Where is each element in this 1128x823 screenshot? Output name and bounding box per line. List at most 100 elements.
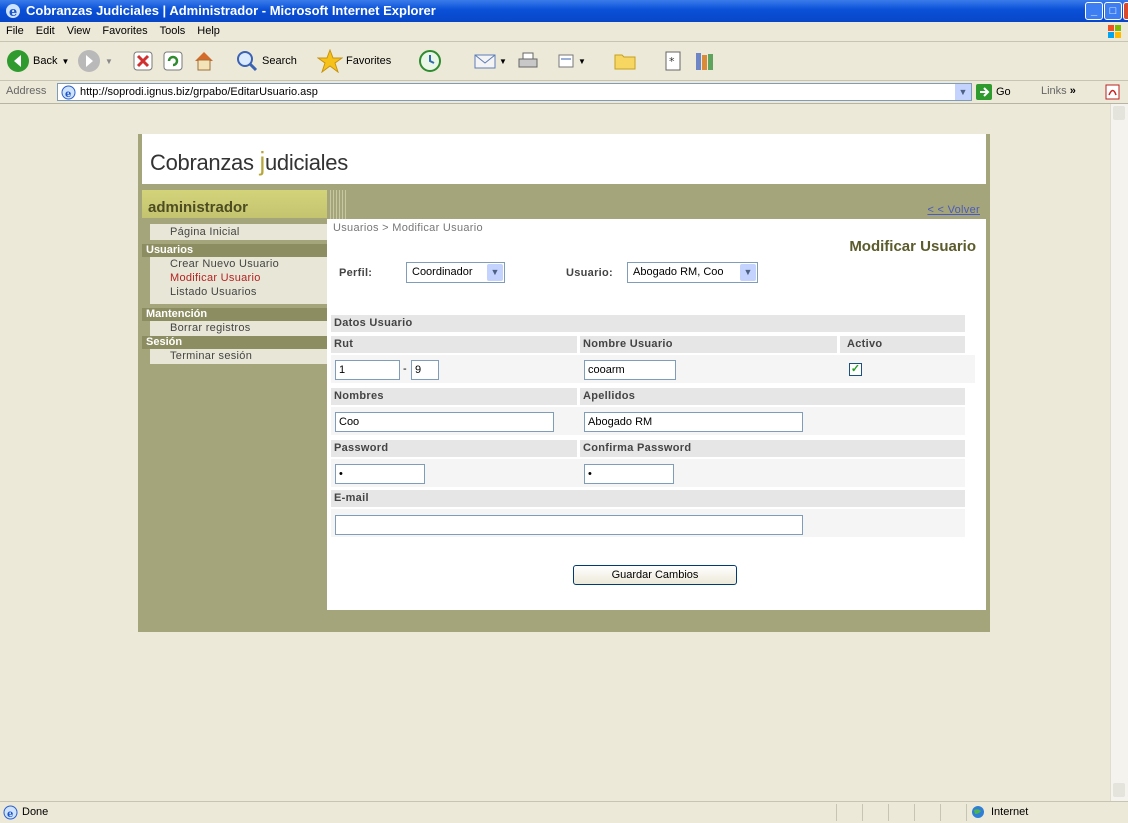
forward-arrow-icon <box>78 50 100 72</box>
rut-label: Rut <box>331 336 577 353</box>
mail-icon <box>474 54 496 69</box>
breadcrumb: Usuarios > Modificar Usuario <box>333 222 483 234</box>
confirma-password-label: Confirma Password <box>580 440 965 457</box>
sidebar-item-crear-nuevo-usuario[interactable]: Crear Nuevo Usuario <box>150 257 327 271</box>
research-button[interactable] <box>693 48 717 74</box>
home-button[interactable] <box>192 48 216 74</box>
sidebar-item-pagina-inicial[interactable]: Página Inicial <box>150 224 327 240</box>
sidebar-section-mantencion: Mantención <box>142 308 327 321</box>
status-zone: Internet <box>966 804 1117 821</box>
browser-toolbar: Back ▼ ▼ Search Favorites ▼ ▼ * <box>0 42 1128 81</box>
main-content: Usuarios > Modificar Usuario Modificar U… <box>327 219 986 610</box>
password-input[interactable]: • <box>335 464 425 484</box>
stop-button[interactable] <box>132 48 154 74</box>
mail-button[interactable]: ▼ <box>473 48 507 74</box>
refresh-button[interactable] <box>162 48 184 74</box>
pdf-icon[interactable] <box>1104 84 1122 100</box>
status-cell <box>888 804 915 821</box>
site-page: Cobranzas judiciales administrador Págin… <box>138 134 990 632</box>
sidebar-item-terminar-sesion[interactable]: Terminar sesión <box>150 349 327 364</box>
chevron-down-icon: ▼ <box>487 264 503 281</box>
page-done-icon: e <box>3 805 18 820</box>
apellidos-label: Apellidos <box>580 388 965 405</box>
svg-text:*: * <box>669 55 675 68</box>
close-button[interactable] <box>1123 2 1128 20</box>
page-title: Modificar Usuario <box>849 238 976 255</box>
windows-logo-icon <box>1108 25 1121 38</box>
sidebar-item-borrar-registros[interactable]: Borrar registros <box>150 321 327 336</box>
go-button[interactable]: Go <box>976 84 1011 100</box>
volver-link[interactable]: < < Volver <box>927 204 980 216</box>
perfil-label: Perfil: <box>339 267 373 279</box>
back-button[interactable]: Back ▼ <box>6 48 69 74</box>
sidebar-item-listado-usuarios[interactable]: Listado Usuarios <box>150 285 327 299</box>
menu-edit[interactable]: Edit <box>30 22 61 41</box>
nombre-usuario-input[interactable]: cooarm <box>584 360 676 380</box>
menu-tools[interactable]: Tools <box>154 22 192 41</box>
research-books-icon <box>696 53 713 70</box>
guardar-cambios-button[interactable]: Guardar Cambios <box>573 565 737 585</box>
svg-text:e: e <box>9 5 17 19</box>
email-label: E-mail <box>331 490 965 507</box>
perfil-select[interactable]: Coordinador ▼ <box>406 262 505 283</box>
print-button[interactable] <box>516 48 540 74</box>
home-icon <box>195 52 213 71</box>
favorites-star-icon <box>317 49 343 73</box>
apellidos-input[interactable]: Abogado RM <box>584 412 803 432</box>
address-dropdown-icon[interactable]: ▼ <box>955 84 971 100</box>
activo-checkbox[interactable]: ✓ <box>849 363 862 376</box>
status-cell <box>914 804 941 821</box>
scroll-down-arrow[interactable] <box>1113 783 1125 797</box>
site-header: Cobranzas judiciales <box>142 134 986 184</box>
search-icon <box>237 51 258 72</box>
nombre-usuario-label: Nombre Usuario <box>580 336 837 353</box>
address-bar: Address e http://soprodi.ignus.biz/grpab… <box>0 81 1128 104</box>
rut-separator: - <box>403 363 407 375</box>
status-bar: e Done Internet <box>0 801 1128 823</box>
menu-help[interactable]: Help <box>191 22 226 41</box>
links-label[interactable]: Links » <box>1041 85 1076 97</box>
messenger-button[interactable]: * <box>663 48 683 74</box>
ie-logo-icon: e <box>6 4 20 19</box>
history-icon <box>419 50 441 72</box>
menu-file[interactable]: File <box>0 22 30 41</box>
address-label: Address <box>6 85 47 97</box>
rut-input[interactable]: 1 <box>335 360 400 380</box>
vertical-scrollbar[interactable] <box>1110 104 1128 801</box>
address-input[interactable]: e http://soprodi.ignus.biz/grpabo/Editar… <box>57 83 972 101</box>
minimize-button[interactable]: _ <box>1085 2 1103 20</box>
menu-favorites[interactable]: Favorites <box>96 22 153 41</box>
sidebar-section-usuarios: Usuarios <box>142 244 327 257</box>
confirma-password-input[interactable]: • <box>584 464 674 484</box>
nombres-input[interactable]: Coo <box>335 412 554 432</box>
status-cell <box>836 804 863 821</box>
printer-icon <box>518 52 538 68</box>
window-titlebar: e Cobranzas Judiciales | Administrador -… <box>0 0 1128 22</box>
sidebar-item-modificar-usuario[interactable]: Modificar Usuario <box>150 271 327 285</box>
password-label: Password <box>331 440 577 457</box>
address-url: http://soprodi.ignus.biz/grpabo/EditarUs… <box>80 86 318 98</box>
rut-dv-input[interactable]: 9 <box>411 360 439 380</box>
maximize-button[interactable]: □ <box>1104 2 1122 20</box>
edit-button[interactable]: ▼ <box>557 48 586 74</box>
refresh-icon <box>163 51 183 71</box>
page-ie-icon: e <box>61 85 76 100</box>
history-button[interactable] <box>418 48 442 74</box>
nombres-label: Nombres <box>331 388 577 405</box>
scroll-up-arrow[interactable] <box>1113 106 1125 120</box>
activo-label: Activo <box>840 336 965 353</box>
favorites-button[interactable]: Favorites <box>317 48 391 74</box>
email-input[interactable] <box>335 515 803 535</box>
internet-globe-icon <box>972 806 984 818</box>
chevron-down-icon: ▼ <box>740 264 756 281</box>
discuss-button[interactable] <box>613 48 637 74</box>
stop-icon <box>133 51 153 71</box>
usuario-select[interactable]: Abogado RM, Coo ▼ <box>627 262 758 283</box>
site-logo: Cobranzas judiciales <box>150 146 348 176</box>
search-button[interactable]: Search <box>235 48 297 74</box>
content-header-strip: < < Volver <box>327 190 986 219</box>
status-cell <box>862 804 889 821</box>
menu-view[interactable]: View <box>61 22 97 41</box>
go-arrow-icon <box>976 84 992 100</box>
forward-button[interactable]: ▼ <box>77 48 113 74</box>
